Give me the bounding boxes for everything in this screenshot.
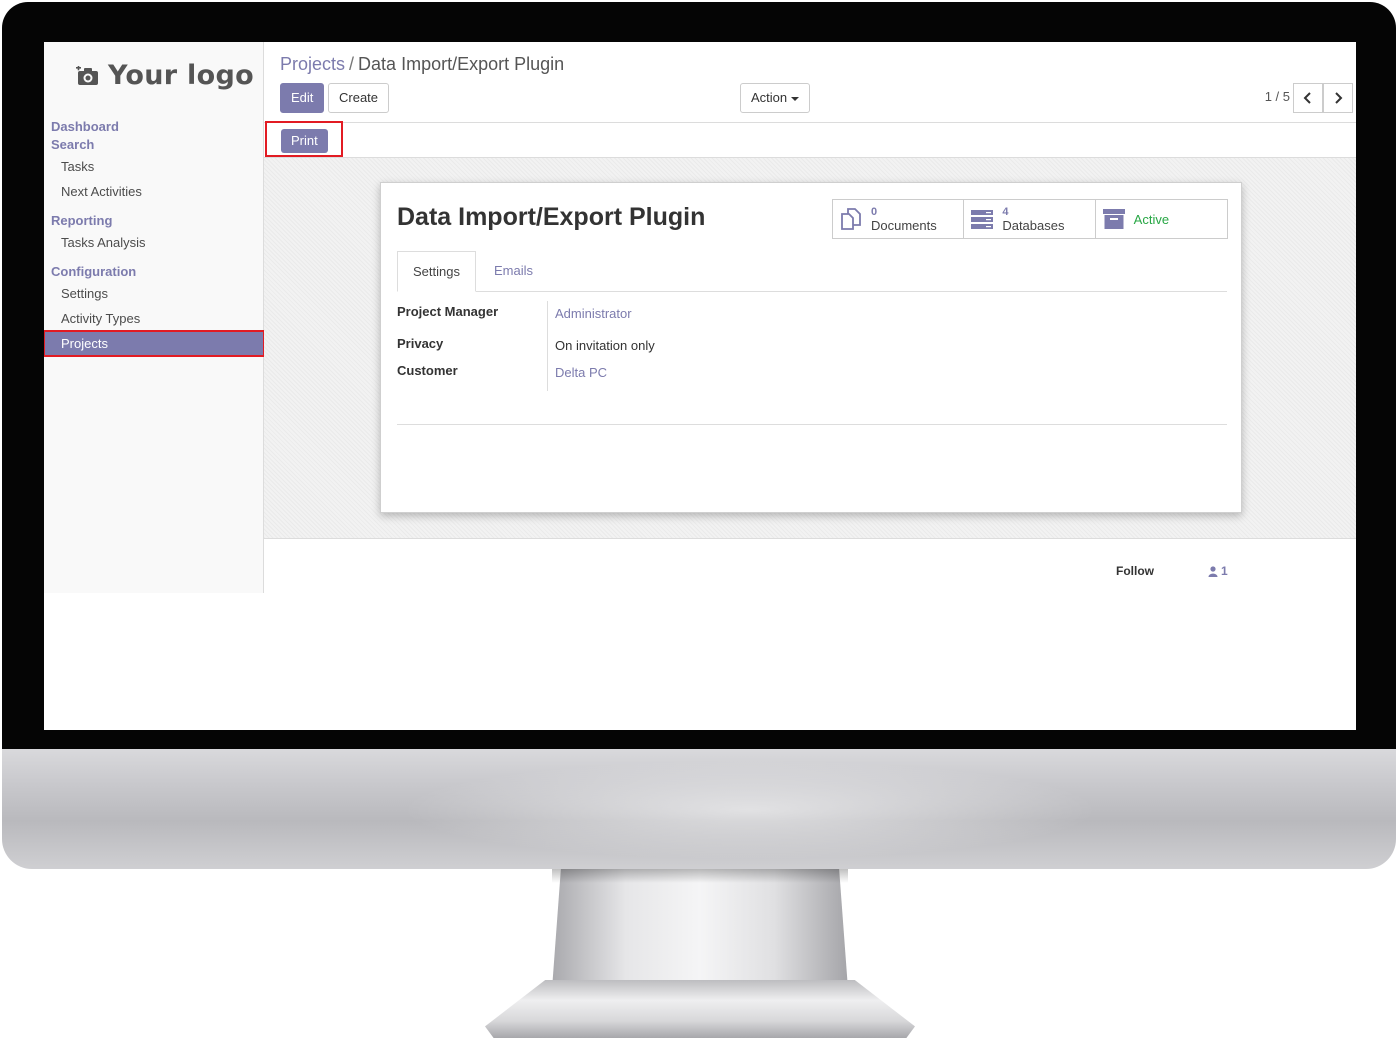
active-status-label: Active bbox=[1133, 211, 1170, 227]
print-button[interactable]: Print bbox=[281, 129, 328, 153]
documents-label: Documents bbox=[871, 217, 937, 233]
privacy-value: On invitation only bbox=[555, 338, 655, 353]
tab-settings[interactable]: Settings bbox=[397, 251, 476, 292]
smart-buttons: 0 Documents 4 Databases Active bbox=[832, 199, 1228, 239]
sidebar-section-reporting[interactable]: Reporting bbox=[44, 212, 264, 230]
documents-count: 0 bbox=[871, 205, 878, 218]
documents-smart-button[interactable]: 0 Documents bbox=[833, 200, 965, 238]
chevron-left-icon bbox=[1303, 92, 1311, 104]
breadcrumb-projects-link[interactable]: Projects bbox=[280, 54, 345, 74]
customer-value[interactable]: Delta PC bbox=[555, 365, 607, 380]
app-screen: Your logo Dashboard Search Tasks Next Ac… bbox=[44, 42, 1356, 730]
breadcrumb-current: Data Import/Export Plugin bbox=[358, 54, 565, 74]
sidebar: Your logo Dashboard Search Tasks Next Ac… bbox=[44, 42, 265, 593]
action-label: Action bbox=[751, 90, 788, 105]
breadcrumb: Projects / Data Import/Export Plugin bbox=[280, 54, 564, 75]
documents-icon bbox=[841, 208, 861, 230]
print-highlight: Print bbox=[265, 121, 343, 157]
tab-emails[interactable]: Emails bbox=[479, 251, 548, 292]
followers-count: 1 bbox=[1221, 564, 1228, 578]
control-panel: Projects / Data Import/Export Plugin Edit … bbox=[264, 42, 1356, 123]
form-statusbar: Print bbox=[264, 121, 1356, 158]
project-manager-label: Project Manager bbox=[397, 304, 499, 319]
company-logo[interactable]: Your logo bbox=[76, 60, 254, 91]
follow-button[interactable]: Follow bbox=[1116, 564, 1154, 578]
record-title: Data Import/Export Plugin bbox=[397, 203, 706, 231]
neck-shadow bbox=[552, 869, 848, 883]
archive-icon bbox=[1102, 209, 1125, 229]
user-icon bbox=[1208, 565, 1218, 577]
chin-shine bbox=[400, 760, 1100, 860]
monitor-stand-neck bbox=[552, 869, 848, 989]
caret-down-icon bbox=[791, 96, 800, 101]
edit-button[interactable]: Edit bbox=[280, 83, 325, 113]
form-sheet: Data Import/Export Plugin 0 Documents 4 … bbox=[380, 182, 1242, 513]
project-manager-value[interactable]: Administrator bbox=[555, 306, 632, 321]
field-divider bbox=[547, 301, 548, 391]
camera-icon bbox=[76, 65, 98, 85]
sidebar-section-configuration[interactable]: Configuration bbox=[44, 263, 264, 281]
pager-previous-button[interactable] bbox=[1293, 83, 1323, 113]
create-button[interactable]: Create bbox=[328, 83, 390, 113]
privacy-label: Privacy bbox=[397, 336, 444, 351]
database-server-icon bbox=[971, 210, 994, 229]
sidebar-item-tasks[interactable]: Tasks bbox=[44, 154, 264, 179]
sidebar-section-dashboard[interactable]: Dashboard bbox=[44, 118, 264, 136]
databases-count: 4 bbox=[1002, 205, 1009, 218]
sidebar-item-next-activities[interactable]: Next Activities bbox=[44, 179, 264, 204]
chatter: Follow 1 bbox=[264, 538, 1356, 593]
notebook-tabs: Settings Emails bbox=[397, 251, 1227, 292]
breadcrumb-separator: / bbox=[349, 54, 355, 74]
monitor-mockup: Your logo Dashboard Search Tasks Next Ac… bbox=[0, 0, 1398, 1040]
sidebar-item-projects[interactable]: Projects bbox=[44, 330, 265, 357]
customer-label: Customer bbox=[397, 363, 458, 378]
sidebar-section-search[interactable]: Search bbox=[44, 136, 264, 154]
sidebar-item-settings[interactable]: Settings bbox=[44, 281, 264, 306]
chevron-right-icon bbox=[1335, 92, 1343, 104]
logo-text: Your logo bbox=[108, 60, 254, 91]
pager-next-button[interactable] bbox=[1323, 83, 1353, 113]
action-dropdown[interactable]: Action bbox=[740, 83, 811, 113]
sidebar-item-tasks-analysis[interactable]: Tasks Analysis bbox=[44, 230, 264, 255]
monitor-stand-base bbox=[485, 980, 915, 1038]
sidebar-menu: Dashboard Search Tasks Next Activities R… bbox=[44, 118, 265, 357]
sidebar-item-activity-types[interactable]: Activity Types bbox=[44, 306, 264, 331]
form-view: Data Import/Export Plugin 0 Documents 4 … bbox=[264, 158, 1356, 538]
pager-value[interactable]: 1 / 5 bbox=[1265, 89, 1290, 104]
databases-smart-button[interactable]: 4 Databases bbox=[964, 200, 1096, 238]
databases-label: Databases bbox=[1002, 217, 1065, 233]
followers-button[interactable]: 1 bbox=[1208, 564, 1228, 578]
form-separator bbox=[397, 424, 1227, 425]
active-toggle-button[interactable]: Active bbox=[1096, 200, 1227, 238]
